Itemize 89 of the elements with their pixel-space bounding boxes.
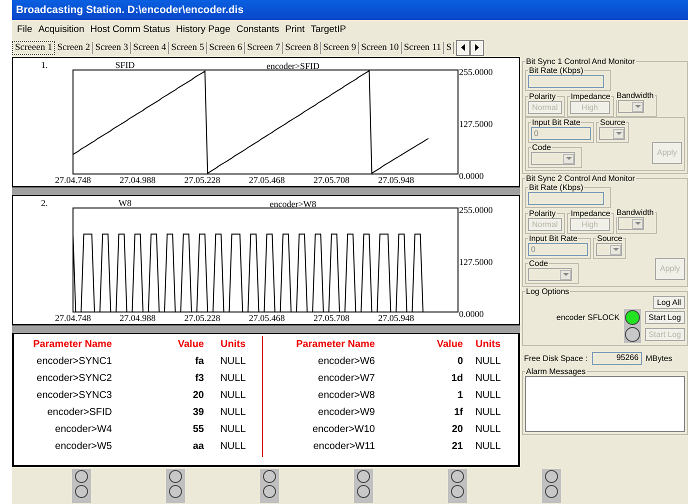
chart-number: 1. xyxy=(41,60,48,70)
parameter-units: NULL xyxy=(474,407,502,418)
parameter-name: encoder>W4 xyxy=(54,424,112,435)
field-label: Polarity xyxy=(528,92,557,101)
field-label: Bandwidth xyxy=(615,208,655,217)
parameter-value: aa xyxy=(192,441,204,452)
x-tick-label: 27.05.468 xyxy=(248,175,285,185)
window-title: Broadcasting Station. D:\encoder\encoder.dis xyxy=(12,0,688,20)
y-tick-label: 255.0000 xyxy=(459,205,493,215)
parameter-name: encoder>W9 xyxy=(317,407,375,418)
x-tick-label: 27.05.708 xyxy=(313,313,350,323)
column-header: Value xyxy=(176,339,204,350)
parameter-value: 20 xyxy=(450,424,463,435)
parameter-value: 39 xyxy=(192,407,204,418)
group-label: Log Options xyxy=(525,287,570,296)
column-header: Units xyxy=(474,339,502,350)
disk-space-field: 95266 xyxy=(592,352,642,365)
x-tick-label: 27.05.228 xyxy=(184,313,220,323)
parameter-name: encoder>SYNC2 xyxy=(36,373,112,384)
y-tick-label: 0.0000 xyxy=(459,309,484,319)
parameter-name: encoder>SYNC3 xyxy=(36,390,112,401)
column-header: Parameter Name xyxy=(295,339,375,350)
y-tick-label: 127.5000 xyxy=(459,257,493,267)
group-label: Bit Sync 1 Control And Monitor xyxy=(525,57,636,66)
parameter-name: encoder>W6 xyxy=(317,356,375,367)
parameter-units: NULL xyxy=(219,390,247,401)
chart-number: 2. xyxy=(41,198,48,208)
parameter-units: NULL xyxy=(474,373,502,384)
field-label: Bit Rate (Kbps) xyxy=(528,66,584,75)
parameter-value: 21 xyxy=(450,441,463,452)
parameter-units: NULL xyxy=(219,407,247,418)
series-label: encoder>W8 xyxy=(270,199,316,209)
y-tick-label: 127.5000 xyxy=(459,119,493,129)
field-label: Code xyxy=(531,143,552,152)
parameter-units: NULL xyxy=(219,441,247,452)
x-tick-label: 27.05.468 xyxy=(248,313,285,323)
parameter-units: NULL xyxy=(474,390,502,401)
column-header: Value xyxy=(436,339,463,350)
group-label: Alarm Messages xyxy=(525,367,587,376)
series-label: encoder>SFID xyxy=(266,61,320,71)
field-label: Impedance xyxy=(570,92,612,101)
parameter-name: encoder>W8 xyxy=(317,390,375,401)
parameter-name: encoder>SYNC1 xyxy=(36,356,112,367)
disk-space-label: Free Disk Space : xyxy=(524,354,588,363)
field-label: Impedance xyxy=(570,209,612,218)
parameter-name: encoder>W11 xyxy=(312,441,375,452)
parameter-value: f3 xyxy=(194,373,204,384)
parameter-units: NULL xyxy=(474,424,502,435)
parameter-name: encoder>SFID xyxy=(46,407,112,418)
x-tick-label: 27.05.948 xyxy=(378,175,414,185)
parameter-value: 55 xyxy=(192,424,204,435)
chart-title: W8 xyxy=(118,198,132,208)
parameter-units: NULL xyxy=(474,441,502,452)
group-label: Bit Sync 2 Control And Monitor xyxy=(525,174,636,183)
x-tick-label: 27.05.228 xyxy=(184,175,220,185)
column-header: Units xyxy=(220,339,246,350)
parameter-value: 1d xyxy=(450,373,463,384)
column-header: Parameter Name xyxy=(32,339,112,350)
parameter-value: 0 xyxy=(456,356,463,367)
y-tick-label: 0.0000 xyxy=(459,171,484,181)
x-tick-label: 27.04.748 xyxy=(55,175,91,185)
parameter-units: NULL xyxy=(219,356,247,367)
log-channel-label: encoder SFLOCK xyxy=(556,313,620,322)
field-label: Polarity xyxy=(528,209,557,218)
parameter-value: 1 xyxy=(456,390,463,401)
x-tick-label: 27.05.708 xyxy=(313,175,350,185)
y-tick-label: 255.0000 xyxy=(459,67,493,77)
field-label: Input Bit Rate xyxy=(528,234,578,243)
field-label: Source xyxy=(599,118,626,127)
parameter-units: NULL xyxy=(474,356,502,367)
unit-label: MBytes xyxy=(646,354,672,363)
parameter-name: encoder>W7 xyxy=(317,373,375,384)
parameter-name: encoder>W10 xyxy=(311,424,375,435)
field-label: Bandwidth xyxy=(615,91,655,100)
field-label: Source xyxy=(596,234,624,243)
parameter-name: encoder>W5 xyxy=(54,441,112,452)
field-label: Input Bit Rate xyxy=(531,118,582,127)
x-tick-label: 27.04.748 xyxy=(55,313,91,323)
x-tick-label: 27.04.988 xyxy=(120,175,156,185)
x-tick-label: 27.05.948 xyxy=(378,313,414,323)
x-tick-label: 27.04.988 xyxy=(120,313,156,323)
field-label: Bit Rate (Kbps) xyxy=(528,183,584,192)
parameter-value: fa xyxy=(194,356,204,367)
parameter-units: NULL xyxy=(219,424,247,435)
field-label: Code xyxy=(528,259,550,268)
parameter-value: 20 xyxy=(192,390,204,401)
parameter-value: 1f xyxy=(453,407,463,418)
parameter-units: NULL xyxy=(219,373,247,384)
chart-title: SFID xyxy=(115,60,135,70)
